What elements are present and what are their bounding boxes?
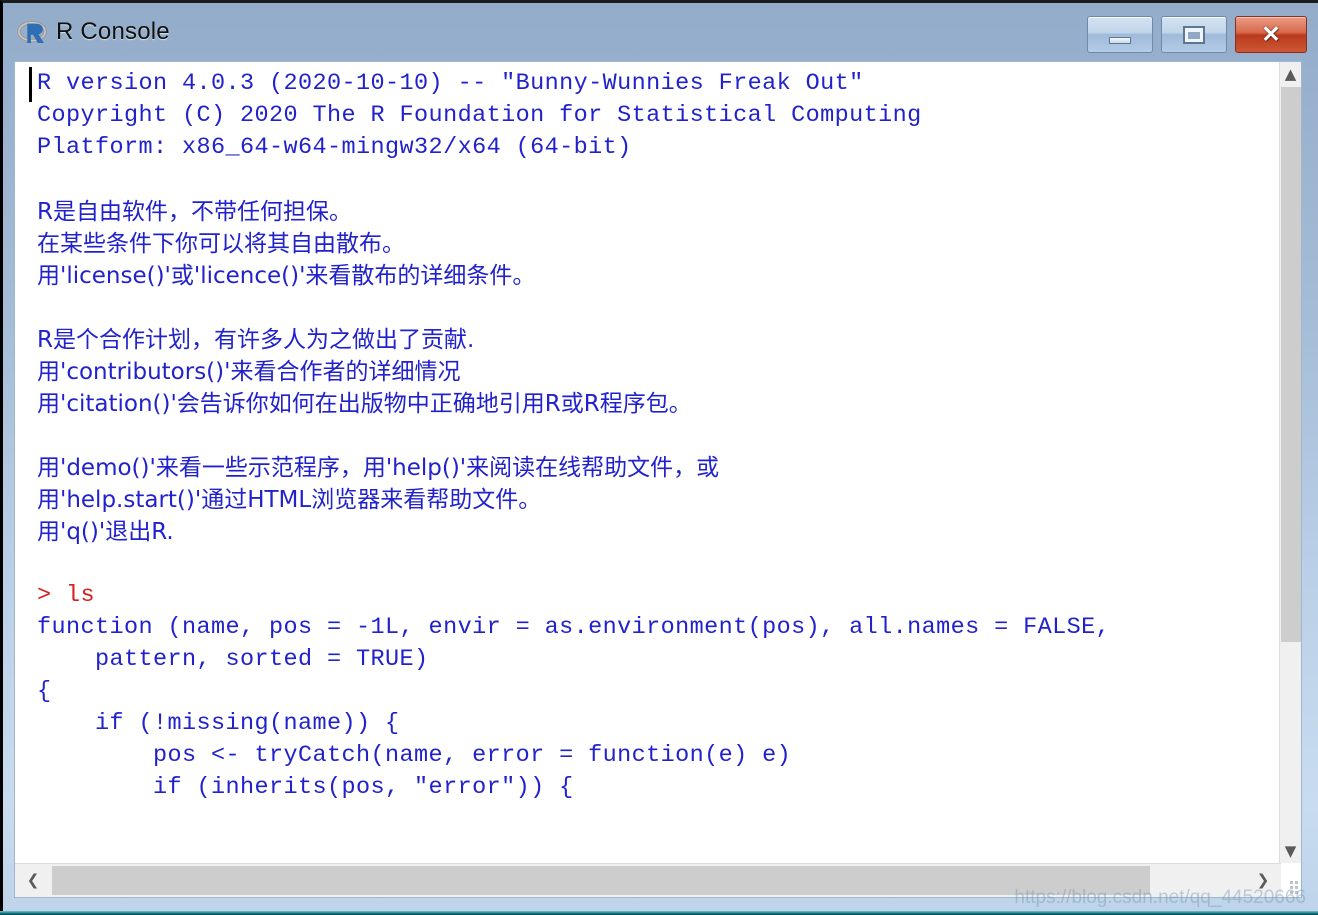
close-button[interactable]: ✕ [1235, 16, 1307, 53]
window-controls: ✕ [1087, 16, 1307, 53]
scroll-right-button[interactable]: ❯ [1245, 864, 1281, 897]
console-output-line: pos <- tryCatch(name, error = function(e… [37, 742, 792, 769]
scroll-up-button[interactable]: ▲ [1280, 62, 1301, 86]
vertical-scrollbar-thumb[interactable] [1281, 87, 1301, 642]
scroll-down-button[interactable]: ▼ [1280, 839, 1301, 863]
console-output-line: { [37, 678, 52, 705]
console-output-line: R是自由软件，不带任何担保。 [37, 199, 352, 225]
horizontal-scrollbar[interactable]: ❮ ❯ [15, 863, 1281, 897]
console-output-line: 用'citation()'会告诉你如何在出版物中正确地引用R或R程序包。 [37, 391, 692, 417]
console-output-line: 用'license()'或'licence()'来看散布的详细条件。 [37, 263, 536, 289]
r-console-window: R Console ✕ R version 4.0.3 (2020-10-10)… [0, 0, 1318, 915]
window-title: R Console [56, 18, 170, 45]
resize-grip[interactable] [1278, 864, 1300, 896]
console-output-line: 在某些条件下你可以将其自由散布。 [37, 231, 405, 257]
maximize-button[interactable] [1161, 16, 1227, 53]
chevron-left-icon: ❮ [26, 871, 40, 889]
minimize-icon [1109, 36, 1131, 44]
window-bottom-edge [0, 911, 1318, 915]
minimize-button[interactable] [1087, 16, 1153, 53]
console-output-line: 用'help.start()'通过HTML浏览器来看帮助文件。 [37, 487, 542, 513]
chevron-down-icon: ▼ [1284, 841, 1297, 860]
console-output-line: Platform: x86_64-w64-mingw32/x64 (64-bit… [37, 134, 632, 161]
text-caret [29, 67, 32, 102]
console-output-line: if (!missing(name)) { [37, 710, 400, 737]
close-icon: ✕ [1261, 21, 1281, 47]
console-output-line: 用'demo()'来看一些示范程序，用'help()'来阅读在线帮助文件，或 [37, 455, 720, 481]
console-output-line: if (inherits(pos, "error")) { [37, 774, 574, 801]
console-output-line: R version 4.0.3 (2020-10-10) -- "Bunny-W… [37, 70, 864, 97]
vertical-scrollbar[interactable]: ▲ ▼ [1279, 62, 1301, 863]
titlebar[interactable]: R Console ✕ [3, 3, 1318, 61]
console-text: R version 4.0.3 (2020-10-10) -- "Bunny-W… [15, 62, 1281, 804]
scroll-left-button[interactable]: ❮ [15, 864, 51, 897]
console-output-line: pattern, sorted = TRUE) [37, 646, 429, 673]
console-output-line: 用'contributors()'来看合作者的详细情况 [37, 359, 461, 385]
r-logo-icon [17, 18, 47, 48]
horizontal-scrollbar-thumb[interactable] [52, 866, 1150, 895]
chevron-right-icon: ❯ [1256, 871, 1270, 889]
console-output-line: R是个合作计划，有许多人为之做出了贡献. [37, 327, 475, 353]
client-area: R version 4.0.3 (2020-10-10) -- "Bunny-W… [14, 61, 1302, 898]
console-output-line: function (name, pos = -1L, envir = as.en… [37, 614, 1111, 641]
console-prompt-line: > ls [37, 582, 96, 609]
chevron-up-icon: ▲ [1284, 64, 1297, 83]
console-output-line: 用'q()'退出R. [37, 519, 174, 545]
console-output-line: Copyright (C) 2020 The R Foundation for … [37, 102, 922, 129]
console-output-pane[interactable]: R version 4.0.3 (2020-10-10) -- "Bunny-W… [15, 62, 1281, 863]
maximize-icon [1183, 25, 1205, 44]
